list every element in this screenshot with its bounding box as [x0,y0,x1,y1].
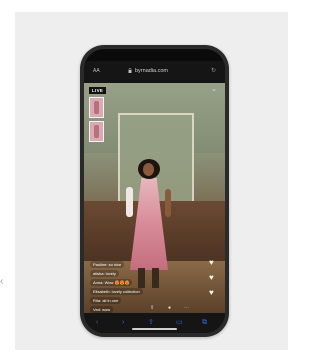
live-video[interactable]: LIVE ⌄ Pauline: so nice alisha: lovely A… [84,83,225,313]
phone-frame: AA byrnadia.com ↻ LIVE ⌄ Pauline: so nic… [80,45,229,337]
chevron-down-icon[interactable]: ⌄ [211,85,217,93]
chat-comment: alisha: lovely [90,270,119,277]
model-face [143,163,154,176]
heart-icon: ♥ [209,273,214,282]
reaction-hearts: ♥ ♥ ♥ [209,259,219,304]
share-icon[interactable]: ⇪ [148,319,154,326]
model-arm [126,187,133,217]
chat-comment: Pauline: so nice [90,261,125,268]
share-icon[interactable]: ⇪ [150,305,154,311]
home-indicator [132,328,177,330]
model-arm [165,189,171,217]
video-controls: ⇪ ● ⋯ [84,305,225,313]
browser-toolbar: ‹ › ⇪ ▭ ⧉ [84,313,225,333]
text-size-button[interactable]: AA [93,68,100,74]
bookmarks-icon[interactable]: ▭ [176,319,183,326]
url-text[interactable]: byrnadia.com [135,68,168,74]
tabs-icon[interactable]: ⧉ [202,319,207,326]
heart-icon: ♥ [209,258,214,267]
phone-screen: AA byrnadia.com ↻ LIVE ⌄ Pauline: so nic… [84,49,225,333]
chat-comment: Anna: Wow 😍😍😍 [90,279,133,286]
back-icon[interactable]: ‹ [96,319,98,326]
live-badge: LIVE [89,87,107,94]
reload-icon[interactable]: ↻ [211,67,216,74]
browser-url-bar[interactable]: AA byrnadia.com ↻ [84,61,225,83]
notch [131,49,178,58]
edge-mark-icon: ‹ [0,276,4,287]
heart-icon[interactable]: ♥ [209,289,217,297]
chat-comment: Rita: all in one [90,297,122,304]
forward-icon[interactable]: › [122,319,124,326]
product-thumbnail[interactable] [89,121,104,142]
lock-icon [128,68,132,73]
more-icon[interactable]: ⋯ [184,305,189,311]
product-thumbnail[interactable] [89,97,104,118]
chat-comment: Elisabeth: lovely collection [90,288,143,295]
cart-icon[interactable]: ● [168,305,171,311]
